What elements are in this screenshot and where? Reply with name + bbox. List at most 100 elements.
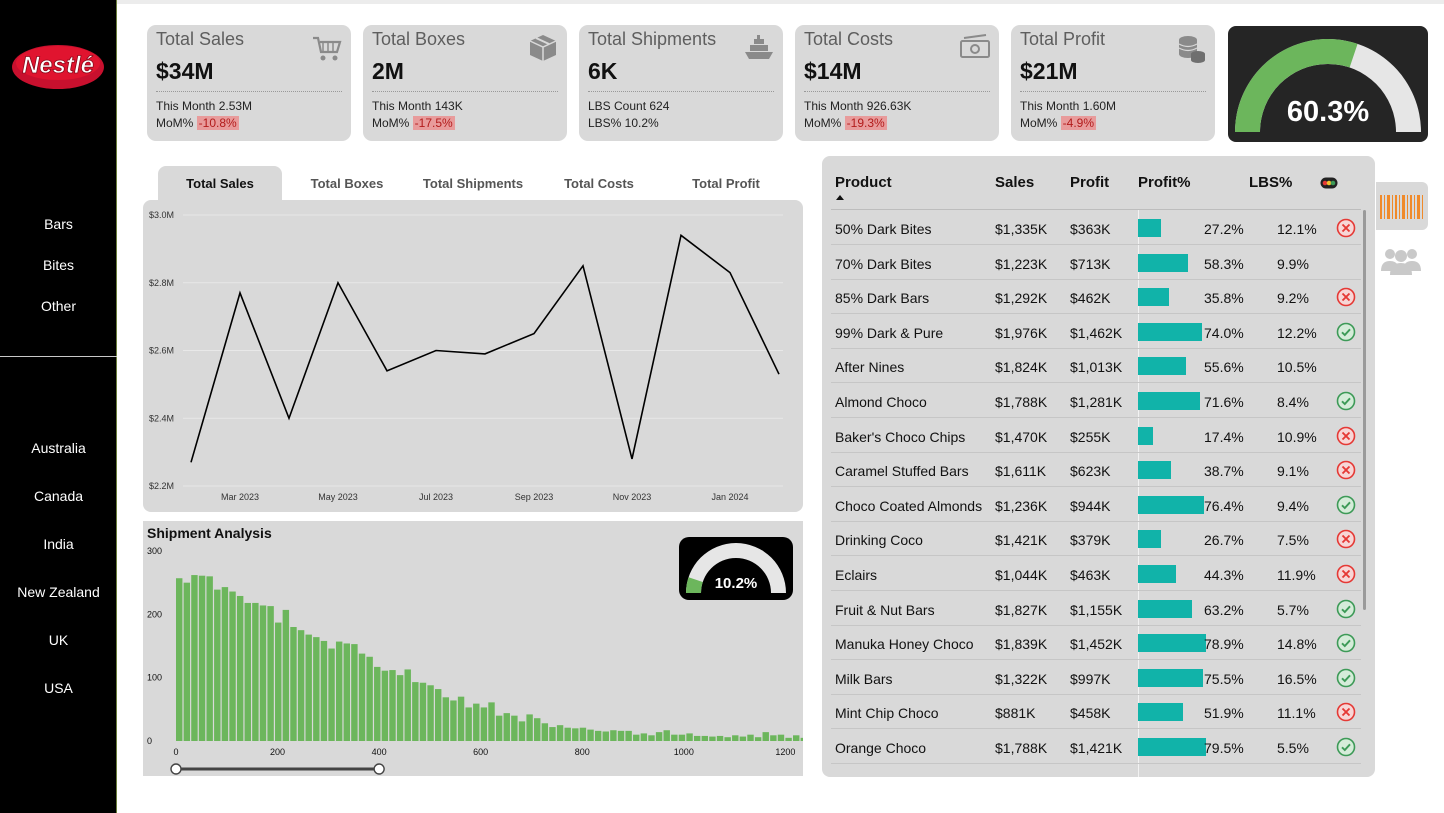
histogram-bar[interactable] — [617, 730, 625, 741]
histogram-bar[interactable] — [267, 606, 274, 741]
table-row[interactable]: Eclairs $1,044K $463K 44.3% 11.9% — [831, 557, 1361, 591]
sidebar-item-other[interactable]: Other — [0, 298, 117, 314]
histogram-bar[interactable] — [701, 735, 709, 741]
histogram-bar[interactable] — [663, 730, 670, 741]
histogram-bar[interactable] — [488, 702, 495, 741]
table-row[interactable]: Orange Choco $1,788K $1,421K 79.5% 5.5% — [831, 730, 1361, 764]
histogram-bar[interactable] — [625, 730, 632, 741]
histogram-bar[interactable] — [450, 700, 457, 741]
histogram-bar[interactable] — [785, 737, 792, 741]
histogram-bar[interactable] — [282, 609, 290, 741]
sidebar-item-bites[interactable]: Bites — [0, 257, 117, 273]
histogram-bar[interactable] — [351, 644, 358, 741]
line-point[interactable] — [728, 271, 732, 275]
histogram-bar[interactable] — [556, 725, 564, 741]
line-point[interactable] — [777, 372, 781, 376]
customers-button[interactable] — [1378, 243, 1424, 277]
histogram-bar[interactable] — [320, 640, 328, 741]
sidebar-item-australia[interactable]: Australia — [0, 440, 117, 456]
histogram-bar[interactable] — [244, 602, 251, 741]
histogram-bar[interactable] — [693, 735, 701, 741]
histogram-bar[interactable] — [176, 578, 183, 741]
header-profit[interactable]: Profit — [1070, 174, 1109, 191]
histogram-bar[interactable] — [396, 675, 404, 741]
histogram-bar[interactable] — [518, 721, 526, 741]
line-point[interactable] — [189, 460, 193, 464]
tab-total-shipments[interactable]: Total Shipments — [410, 166, 536, 200]
barcode-button[interactable] — [1376, 182, 1428, 230]
histogram-bar[interactable] — [564, 727, 571, 741]
histogram-bar[interactable] — [335, 641, 343, 741]
table-row[interactable]: 85% Dark Bars $1,292K $462K 35.8% 9.2% — [831, 280, 1361, 315]
histogram-bar[interactable] — [686, 733, 693, 741]
histogram-bar[interactable] — [678, 734, 686, 741]
histogram-bar[interactable] — [534, 718, 541, 741]
histogram-bar[interactable] — [259, 605, 267, 741]
line-point[interactable] — [483, 352, 487, 356]
sidebar-item-uk[interactable]: UK — [0, 632, 117, 648]
histogram-bar[interactable] — [221, 587, 229, 741]
histogram-bar[interactable] — [457, 696, 465, 741]
histogram-bar[interactable] — [229, 591, 236, 741]
histogram-bar[interactable] — [777, 734, 785, 741]
sidebar-item-india[interactable]: India — [0, 536, 117, 552]
tab-total-costs[interactable]: Total Costs — [536, 166, 662, 200]
tab-total-boxes[interactable]: Total Boxes — [284, 166, 410, 200]
table-row[interactable]: 70% Dark Bites $1,223K $713K 58.3% 9.9% — [831, 246, 1361, 280]
table-row[interactable]: Drinking Coco $1,421K $379K 26.7% 7.5% — [831, 522, 1361, 557]
histogram-bar[interactable] — [503, 713, 510, 741]
histogram-bar[interactable] — [709, 736, 716, 741]
table-scrollbar[interactable] — [1363, 210, 1366, 610]
sidebar-item-new-zealand[interactable]: New Zealand — [0, 584, 117, 600]
tab-total-profit[interactable]: Total Profit — [662, 166, 790, 200]
table-row[interactable]: Mint Chip Choco $881K $458K 51.9% 11.1% — [831, 695, 1361, 730]
line-point[interactable] — [679, 233, 683, 237]
histogram-bar[interactable] — [495, 715, 503, 741]
line-point[interactable] — [434, 349, 438, 353]
sidebar-item-bars[interactable]: Bars — [0, 216, 117, 232]
histogram-bar[interactable] — [290, 627, 297, 741]
sidebar-item-canada[interactable]: Canada — [0, 488, 117, 504]
histogram-bar[interactable] — [381, 670, 389, 741]
line-point[interactable] — [532, 332, 536, 336]
histogram-bar[interactable] — [579, 727, 587, 741]
table-row[interactable]: After Nines $1,824K $1,013K 55.6% 10.5% — [831, 349, 1361, 384]
histogram-bar[interactable] — [252, 602, 259, 741]
histogram-bar[interactable] — [739, 736, 747, 741]
histogram-bar[interactable] — [328, 648, 335, 741]
histogram-bar[interactable] — [671, 734, 678, 741]
histogram-bar[interactable] — [572, 728, 579, 741]
histogram-bar[interactable] — [633, 734, 640, 741]
line-point[interactable] — [630, 457, 634, 461]
header-product[interactable]: Product — [835, 174, 892, 191]
tab-total-sales[interactable]: Total Sales — [158, 166, 282, 200]
histogram-bar[interactable] — [762, 732, 769, 741]
histogram-bar[interactable] — [655, 732, 663, 741]
sidebar-item-usa[interactable]: USA — [0, 680, 117, 696]
table-row[interactable]: Fruit & Nut Bars $1,827K $1,155K 63.2% 5.7% — [831, 592, 1361, 626]
histogram-bar[interactable] — [747, 734, 754, 741]
header-profit-pct[interactable]: Profit% — [1138, 174, 1191, 191]
line-point[interactable] — [385, 369, 389, 373]
histogram-bar[interactable] — [716, 735, 724, 741]
table-row[interactable]: Manuka Honey Choco $1,839K $1,452K 78.9% 14.… — [831, 626, 1361, 661]
histogram-bar[interactable] — [465, 707, 472, 741]
histogram-bar[interactable] — [191, 575, 198, 741]
line-point[interactable] — [287, 416, 291, 420]
table-row[interactable]: 50% Dark Bites $1,335K $363K 27.2% 12.1% — [831, 211, 1361, 245]
histogram-bar[interactable] — [198, 575, 206, 741]
histogram-bar[interactable] — [541, 723, 549, 741]
histogram-bar[interactable] — [549, 727, 556, 741]
histogram-bar[interactable] — [366, 656, 373, 741]
histogram-bar[interactable] — [275, 622, 282, 741]
table-row[interactable]: Almond Choco $1,788K $1,281K 71.6% 8.4% — [831, 384, 1361, 418]
histogram-bar[interactable] — [434, 689, 442, 741]
histogram-bar[interactable] — [640, 733, 648, 741]
histogram-bar[interactable] — [724, 737, 731, 741]
histogram-bar[interactable] — [800, 737, 803, 741]
histogram-bar[interactable] — [526, 714, 533, 741]
histogram-bar[interactable] — [732, 735, 739, 741]
histogram-bar[interactable] — [770, 735, 777, 741]
line-point[interactable] — [336, 281, 340, 285]
histogram-bar[interactable] — [389, 670, 396, 741]
